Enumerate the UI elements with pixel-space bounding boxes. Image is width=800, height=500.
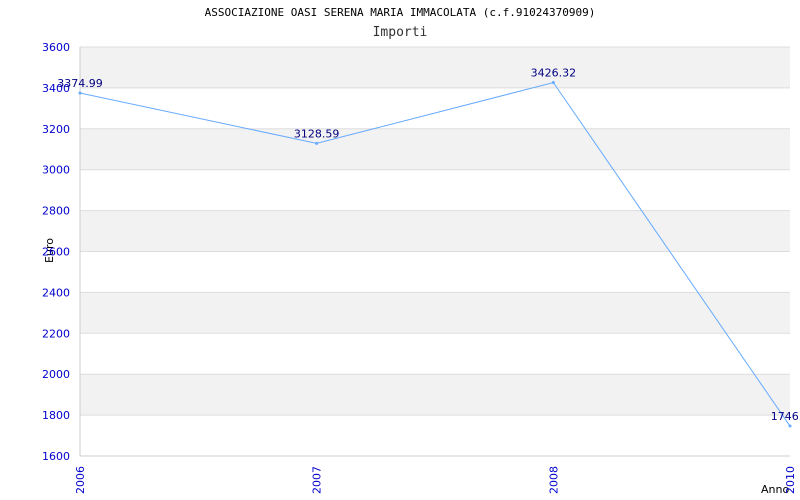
grid-band — [80, 210, 790, 252]
y-tick-label: 3000 — [42, 164, 70, 177]
x-tick-label: 2008 — [547, 466, 560, 494]
data-label: 3426.32 — [531, 67, 577, 80]
y-tick-label: 3600 — [42, 41, 70, 54]
x-tick-label: 2006 — [74, 466, 87, 494]
grid-band — [80, 47, 790, 88]
line-chart: 1600180020002200240026002800300032003400… — [42, 41, 800, 494]
y-tick-label: 3200 — [42, 123, 70, 136]
grid-band — [80, 128, 790, 170]
data-point — [551, 81, 555, 85]
grid-band — [80, 374, 790, 416]
y-tick-label: 2800 — [42, 205, 70, 218]
data-label: 3374.99 — [57, 77, 103, 90]
data-point — [315, 141, 319, 145]
data-point — [788, 424, 792, 428]
y-tick-label: 1600 — [42, 450, 70, 463]
y-tick-label: 1800 — [42, 409, 70, 422]
x-tick-label: 2010 — [784, 466, 797, 494]
y-tick-label: 2200 — [42, 327, 70, 340]
y-tick-label: 2600 — [42, 246, 70, 259]
y-tick-label: 2000 — [42, 368, 70, 381]
y-tick-label: 2400 — [42, 286, 70, 299]
x-tick-label: 2007 — [311, 466, 324, 494]
data-point — [78, 91, 82, 95]
grid-band — [80, 292, 790, 334]
data-label: 3128.59 — [294, 127, 340, 140]
data-label: 1746.5 — [771, 410, 800, 423]
